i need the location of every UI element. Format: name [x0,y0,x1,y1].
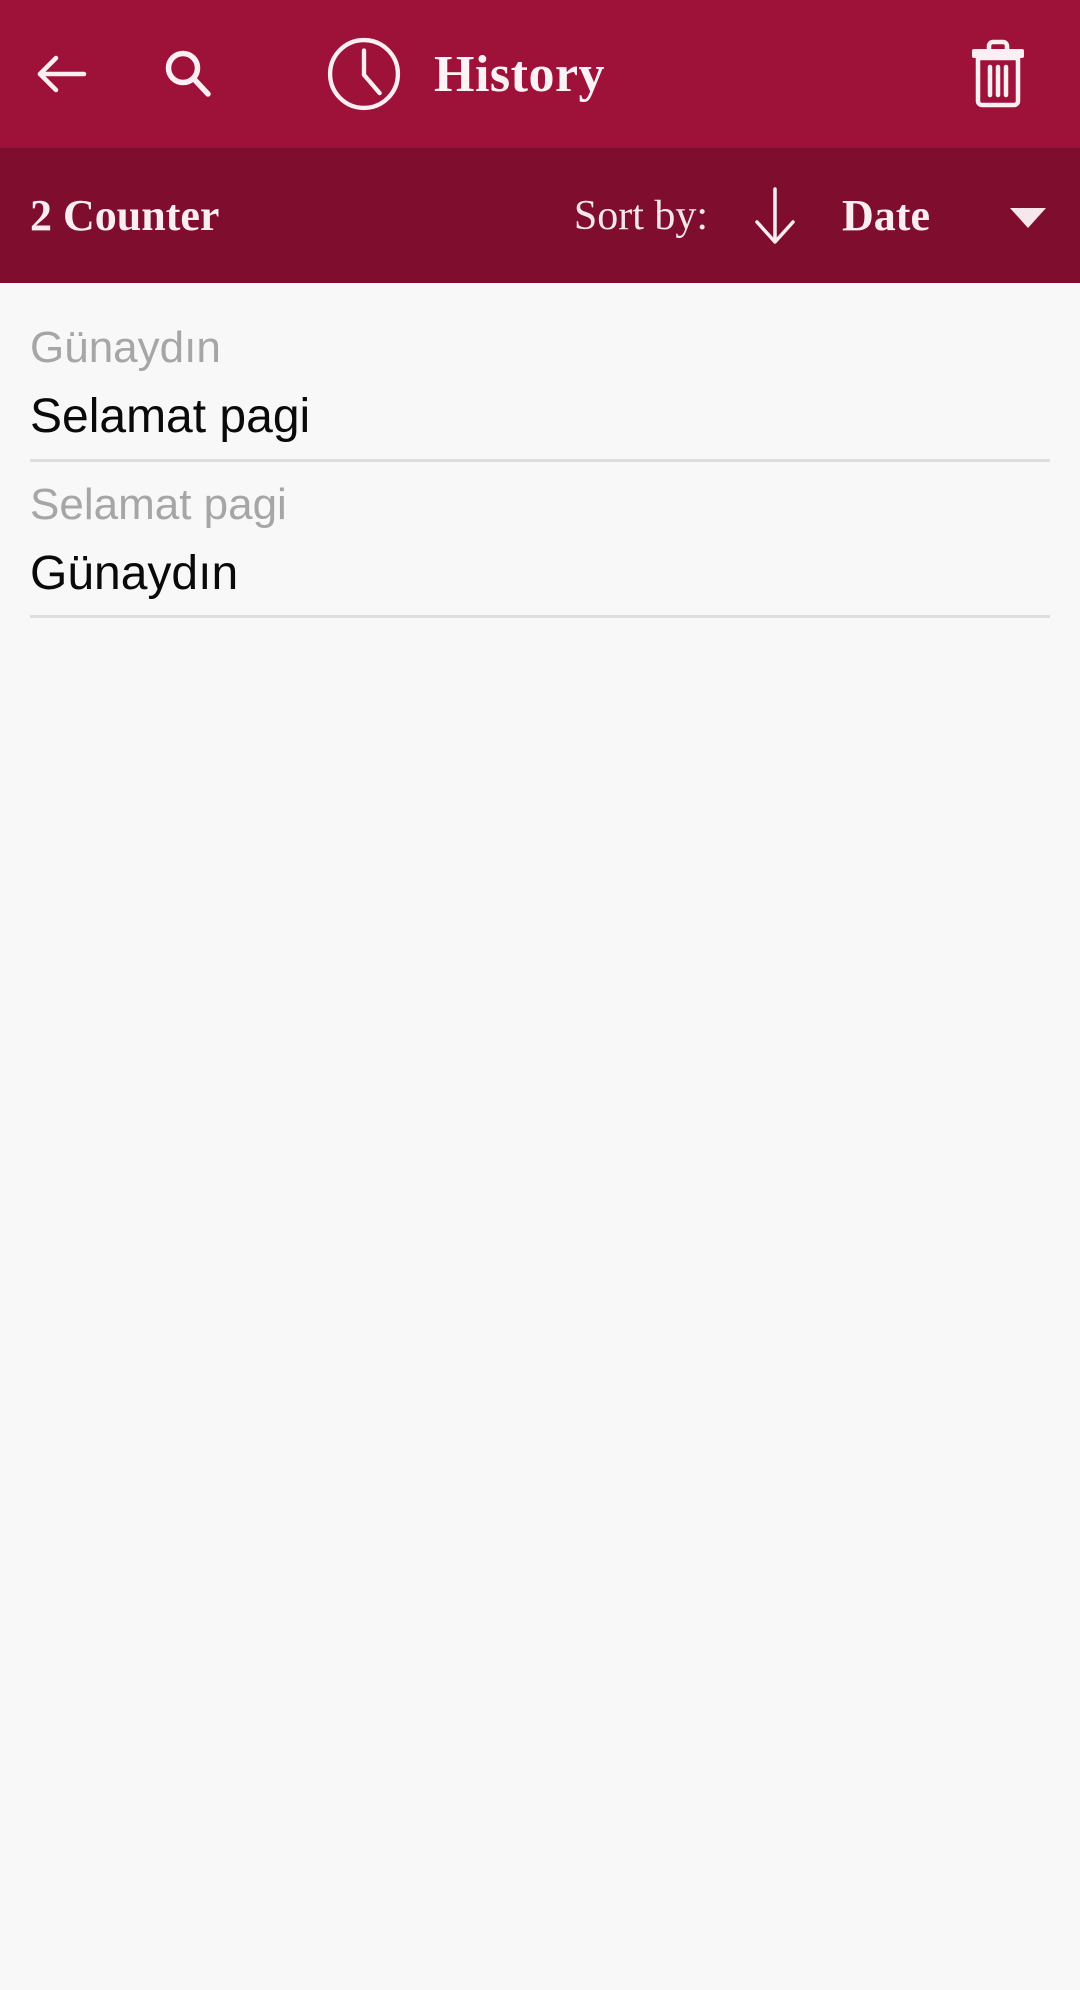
back-button[interactable] [22,34,102,114]
search-button[interactable] [148,34,228,114]
history-list[interactable]: Günaydın Selamat pagi Selamat pagi Günay… [0,283,1080,1990]
counter-label: 2 Counter [30,191,220,240]
sort-direction-button[interactable] [748,183,802,249]
page-title: History [434,45,606,103]
sort-value-label[interactable]: Date [842,190,930,241]
arrow-down-icon [755,186,795,244]
sort-bar: 2 Counter Sort by: Date [0,148,1080,283]
sort-control-group[interactable]: Sort by: Date [574,183,1052,249]
clock-indicator [324,34,404,114]
history-list-item[interactable]: Günaydın Selamat pagi [30,305,1050,462]
trash-icon [972,39,1024,108]
delete-all-button[interactable] [958,34,1038,114]
sort-dropdown-button[interactable] [1004,199,1052,233]
caret-down-icon [1010,207,1046,228]
history-screen: History 2 Counter Sort by: Date Günaydın… [0,0,1080,1990]
history-item-source-text: Günaydın [30,323,221,372]
search-icon [165,50,211,97]
back-arrow-icon [37,55,87,93]
history-item-target-text: Selamat pagi [30,390,311,444]
sort-by-label: Sort by: [573,192,709,239]
history-item-target-text: Günaydın [30,546,239,600]
history-list-item[interactable]: Selamat pagi Günaydın [30,462,1050,619]
app-bar: History [0,0,1080,148]
history-item-source-text: Selamat pagi [30,479,287,529]
clock-icon [327,37,401,111]
